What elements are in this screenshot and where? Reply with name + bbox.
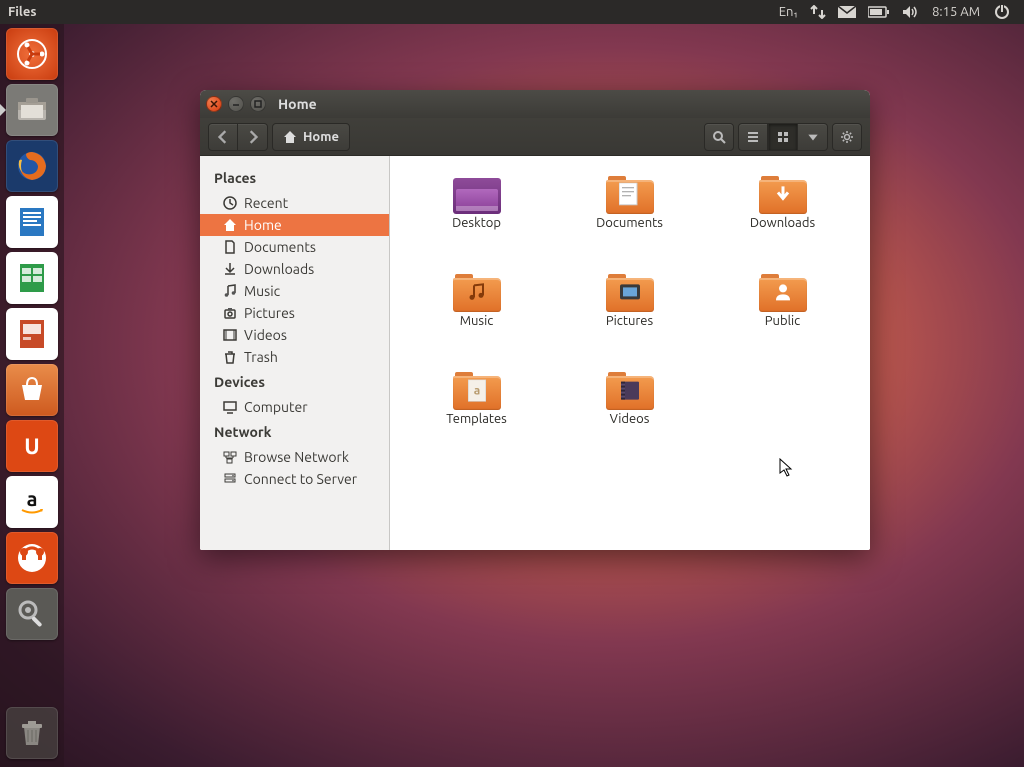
- path-label: Home: [303, 130, 339, 144]
- launcher-writer[interactable]: [6, 196, 58, 248]
- launcher-ubuntu-one[interactable]: U: [6, 420, 58, 472]
- launcher-software-center[interactable]: [6, 364, 58, 416]
- folder-public[interactable]: Public: [706, 268, 859, 366]
- sidebar-label: Downloads: [244, 261, 314, 277]
- folder-pictures[interactable]: Pictures: [553, 268, 706, 366]
- forward-button[interactable]: [238, 123, 268, 151]
- section-places: Places: [200, 164, 389, 192]
- folder-documents[interactable]: Documents: [553, 170, 706, 268]
- sidebar-label: Documents: [244, 239, 316, 255]
- folder-label: Downloads: [750, 216, 815, 230]
- folder-desktop[interactable]: Desktop: [400, 170, 553, 268]
- sidebar-item-browse-network[interactable]: Browse Network: [200, 446, 389, 468]
- svg-text:a: a: [473, 385, 480, 398]
- launcher-impress[interactable]: [6, 308, 58, 360]
- section-devices: Devices: [200, 368, 389, 396]
- folder-templates[interactable]: a Templates: [400, 366, 553, 464]
- sidebar: Places Recent Home Documents Downloads M…: [200, 156, 390, 550]
- folder-label: Templates: [446, 412, 507, 426]
- view-buttons: [738, 123, 828, 151]
- folder-music[interactable]: Music: [400, 268, 553, 366]
- launcher-firefox[interactable]: [6, 140, 58, 192]
- maximize-button[interactable]: [250, 96, 266, 112]
- sidebar-item-videos[interactable]: Videos: [200, 324, 389, 346]
- minimize-button[interactable]: [228, 96, 244, 112]
- sidebar-label: Computer: [244, 399, 308, 415]
- section-network: Network: [200, 418, 389, 446]
- sidebar-label: Music: [244, 283, 280, 299]
- sidebar-item-home[interactable]: Home: [200, 214, 389, 236]
- sidebar-item-pictures[interactable]: Pictures: [200, 302, 389, 324]
- sidebar-item-recent[interactable]: Recent: [200, 192, 389, 214]
- keyboard-indicator[interactable]: En₁: [773, 0, 804, 24]
- top-panel: Files En₁ 8:15 AM: [0, 0, 1024, 24]
- folder-videos[interactable]: Videos: [553, 366, 706, 464]
- sidebar-label: Home: [244, 217, 282, 233]
- sidebar-item-documents[interactable]: Documents: [200, 236, 389, 258]
- back-button[interactable]: [208, 123, 238, 151]
- folder-label: Videos: [610, 412, 650, 426]
- mouse-cursor: [779, 458, 795, 478]
- grid-view-button[interactable]: [768, 123, 798, 151]
- folder-label: Desktop: [452, 216, 501, 230]
- close-button[interactable]: [206, 96, 222, 112]
- path-bar-home[interactable]: Home: [272, 123, 350, 151]
- panel-clock[interactable]: 8:15 AM: [924, 5, 988, 19]
- sidebar-label: Connect to Server: [244, 471, 357, 487]
- launcher-music[interactable]: [6, 532, 58, 584]
- folder-label: Documents: [596, 216, 663, 230]
- svg-text:a: a: [27, 487, 38, 510]
- svg-text:U: U: [24, 434, 39, 459]
- launcher-files[interactable]: [6, 84, 58, 136]
- panel-app-name[interactable]: Files: [8, 5, 36, 19]
- folder-label: Public: [765, 314, 800, 328]
- nav-buttons: [208, 123, 268, 151]
- sidebar-label: Pictures: [244, 305, 295, 321]
- window-titlebar[interactable]: Home: [200, 90, 870, 118]
- launcher-dash[interactable]: [6, 28, 58, 80]
- sidebar-item-downloads[interactable]: Downloads: [200, 258, 389, 280]
- sidebar-label: Browse Network: [244, 449, 349, 465]
- window-title: Home: [278, 96, 317, 112]
- battery-indicator[interactable]: [862, 0, 896, 24]
- network-indicator[interactable]: [804, 0, 832, 24]
- sidebar-label: Videos: [244, 327, 287, 343]
- gear-button[interactable]: [832, 123, 862, 151]
- session-indicator[interactable]: [988, 0, 1016, 24]
- mail-indicator[interactable]: [832, 0, 862, 24]
- file-manager-body: Places Recent Home Documents Downloads M…: [200, 156, 870, 550]
- launcher-amazon[interactable]: a: [6, 476, 58, 528]
- folder-downloads[interactable]: Downloads: [706, 170, 859, 268]
- sidebar-label: Recent: [244, 195, 288, 211]
- sidebar-item-music[interactable]: Music: [200, 280, 389, 302]
- file-area[interactable]: Desktop Documents Downloads Music Pictur…: [390, 156, 870, 550]
- search-button[interactable]: [704, 123, 734, 151]
- unity-launcher: U a: [0, 24, 64, 767]
- sidebar-label: Trash: [244, 349, 278, 365]
- sidebar-item-connect-server[interactable]: Connect to Server: [200, 468, 389, 490]
- toolbar: Home: [200, 118, 870, 156]
- folder-label: Pictures: [606, 314, 653, 328]
- view-dropdown-button[interactable]: [798, 123, 828, 151]
- folder-label: Music: [460, 314, 494, 328]
- sidebar-item-computer[interactable]: Computer: [200, 396, 389, 418]
- sound-indicator[interactable]: [896, 0, 924, 24]
- files-window: Home Home Places Recent Home Documents D…: [200, 90, 870, 550]
- launcher-calc[interactable]: [6, 252, 58, 304]
- list-view-button[interactable]: [738, 123, 768, 151]
- launcher-settings[interactable]: [6, 588, 58, 640]
- sidebar-item-trash[interactable]: Trash: [200, 346, 389, 368]
- launcher-trash[interactable]: [6, 707, 58, 759]
